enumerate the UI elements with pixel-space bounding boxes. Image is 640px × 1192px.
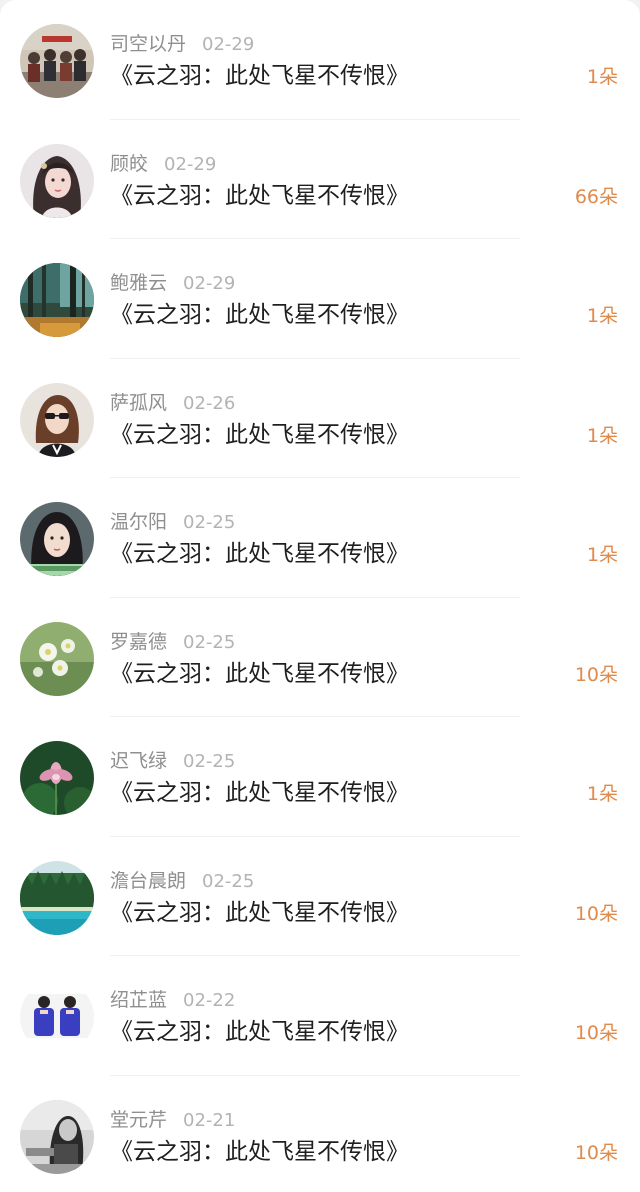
item-meta: 顾皎 02-29	[110, 150, 216, 178]
portrait-girl-avatar-icon	[20, 143, 94, 218]
user-name[interactable]: 堂元芹	[110, 1109, 167, 1131]
item-meta: 迟飞绿 02-25	[110, 747, 235, 775]
list-item[interactable]: 迟飞绿 02-25 《云之羽：此处飞星不传恨》 1朵	[0, 717, 640, 837]
item-date: 02-25	[183, 512, 236, 533]
item-date: 02-29	[202, 34, 255, 55]
avatar[interactable]	[20, 502, 94, 576]
item-meta: 绍芷蓝 02-22	[110, 986, 235, 1014]
list-item[interactable]: 罗嘉德 02-25 《云之羽：此处飞星不传恨》 10朵	[0, 598, 640, 717]
flower-count: 1朵	[586, 305, 618, 327]
item-title: 《云之羽：此处飞星不传恨》	[110, 302, 409, 328]
item-date: 02-29	[164, 153, 217, 175]
item-title: 《云之羽：此处飞星不传恨》	[110, 1138, 409, 1165]
avatar[interactable]	[20, 860, 94, 935]
user-name[interactable]: 绍芷蓝	[110, 989, 167, 1011]
avatar[interactable]	[20, 263, 94, 337]
flower-count: 10朵	[574, 902, 618, 925]
avatar[interactable]	[20, 621, 94, 696]
avatar[interactable]	[20, 143, 94, 218]
user-name[interactable]: 温尔阳	[110, 511, 167, 533]
bw-portrait-avatar-icon	[20, 1099, 94, 1174]
list-item[interactable]: 绍芷蓝 02-22 《云之羽：此处飞星不传恨》 10朵	[0, 956, 640, 1076]
flower-count: 10朵	[574, 663, 618, 686]
user-name[interactable]: 萨孤风	[110, 392, 167, 414]
group-photo-avatar-icon	[20, 24, 94, 98]
sunglasses-girl-avatar-icon	[20, 382, 94, 457]
avatar[interactable]	[20, 741, 94, 815]
flower-count: 1朵	[586, 424, 618, 447]
gift-record-list: 司空以丹 02-29 《云之羽：此处飞星不传恨》 1朵 顾皎 02-29 《云之羽：…	[0, 0, 640, 1192]
flower-count: 10朵	[574, 1022, 618, 1044]
item-date: 02-26	[183, 392, 236, 414]
item-date: 02-22	[183, 990, 236, 1011]
flower-count: 1朵	[586, 66, 618, 88]
flower-count: 66朵	[574, 185, 618, 208]
user-name[interactable]: 迟飞绿	[110, 750, 167, 772]
flower-count: 1朵	[586, 544, 618, 566]
item-title: 《云之羽：此处飞星不传恨》	[110, 541, 409, 567]
list-item[interactable]: 温尔阳 02-25 《云之羽：此处飞星不传恨》 1朵	[0, 478, 640, 598]
item-meta: 司空以丹 02-29	[110, 30, 254, 58]
user-name[interactable]: 鲍雅云	[110, 272, 167, 294]
avatar[interactable]	[20, 382, 94, 457]
white-flowers-avatar-icon	[20, 621, 94, 696]
item-title: 《云之羽：此处飞星不传恨》	[110, 182, 409, 209]
couple-blue-hoodies-avatar-icon	[20, 980, 94, 1054]
item-date: 02-25	[202, 870, 255, 892]
lotus-avatar-icon	[20, 741, 94, 815]
user-name[interactable]: 罗嘉德	[110, 631, 167, 653]
user-name[interactable]: 澹台晨朗	[110, 870, 186, 892]
item-title: 《云之羽：此处飞星不传恨》	[110, 660, 409, 687]
item-meta: 堂元芹 02-21	[110, 1106, 235, 1134]
avatar[interactable]	[20, 24, 94, 98]
list-item[interactable]: 顾皎 02-29 《云之羽：此处飞星不传恨》 66朵	[0, 120, 640, 239]
user-name[interactable]: 顾皎	[110, 153, 148, 175]
item-title: 《云之羽：此处飞星不传恨》	[110, 899, 409, 926]
item-title: 《云之羽：此处飞星不传恨》	[110, 780, 409, 806]
flower-count: 1朵	[586, 783, 618, 805]
item-date: 02-25	[183, 631, 236, 653]
item-meta: 温尔阳 02-25	[110, 508, 235, 536]
list-item[interactable]: 鲍雅云 02-29 《云之羽：此处飞星不传恨》 1朵	[0, 239, 640, 359]
forest-avatar-icon	[20, 263, 94, 337]
flower-count: 10朵	[574, 1141, 618, 1164]
item-title: 《云之羽：此处飞星不传恨》	[110, 421, 409, 448]
item-date: 02-25	[183, 751, 236, 772]
item-meta: 鲍雅云 02-29	[110, 269, 235, 297]
list-item[interactable]: 司空以丹 02-29 《云之羽：此处飞星不传恨》 1朵	[0, 0, 640, 120]
item-date: 02-29	[183, 273, 236, 294]
list-item[interactable]: 萨孤风 02-26 《云之羽：此处飞星不传恨》 1朵	[0, 359, 640, 478]
item-title: 《云之羽：此处飞星不传恨》	[110, 1019, 409, 1045]
avatar[interactable]	[20, 1099, 94, 1174]
avatar[interactable]	[20, 980, 94, 1054]
item-meta: 萨孤风 02-26	[110, 389, 235, 417]
item-date: 02-21	[183, 1109, 236, 1131]
lake-forest-avatar-icon	[20, 860, 94, 935]
item-title: 《云之羽：此处飞星不传恨》	[110, 63, 409, 89]
list-item[interactable]: 澹台晨朗 02-25 《云之羽：此处飞星不传恨》 10朵	[0, 837, 640, 956]
list-item[interactable]: 堂元芹 02-21 《云之羽：此处飞星不传恨》 10朵	[0, 1076, 640, 1192]
item-meta: 澹台晨朗 02-25	[110, 867, 254, 895]
user-name[interactable]: 司空以丹	[110, 33, 186, 55]
item-meta: 罗嘉德 02-25	[110, 628, 235, 656]
portrait-woman-avatar-icon	[20, 502, 94, 576]
